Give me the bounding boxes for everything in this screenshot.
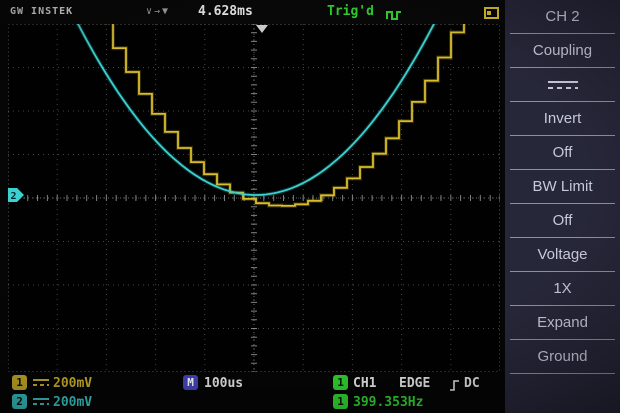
trigger-coupling: DC	[464, 376, 480, 391]
frequency-readout: 399.353Hz	[353, 395, 424, 410]
menu-item-invert[interactable]: Invert	[510, 102, 615, 136]
trigger-position-marker	[256, 25, 268, 33]
ch1-scale: 200mV	[53, 376, 93, 391]
top-status-bar: GW INSTEK ∨→▼ 4.628ms Trig'd	[0, 0, 505, 24]
ch1-coupling-icon	[33, 379, 49, 386]
frequency-source-badge: 1	[333, 394, 348, 409]
ch1-badge: 1	[12, 375, 27, 390]
menu-value-expand[interactable]: Ground	[510, 340, 615, 374]
trigger-status: Trig'd	[327, 4, 374, 19]
menu-item-coupling[interactable]: Coupling	[510, 34, 615, 68]
waveform-display: 2	[7, 0, 501, 373]
trigger-signal-icon	[386, 6, 402, 25]
menu-value-coupling[interactable]	[510, 68, 615, 102]
ch1-trace-glow	[100, 5, 466, 208]
top-right-indicator-icon	[484, 7, 499, 19]
menu-value-invert[interactable]: Off	[510, 136, 615, 170]
menu-value-voltage[interactable]: 1X	[510, 272, 615, 306]
svg-text:2: 2	[11, 191, 17, 202]
oscilloscope-screen: GW INSTEK ∨→▼ 4.628ms Trig'd 2 CH 2 Coup…	[0, 0, 620, 413]
status-row-1: 1 200mV M 100us 1 CH1 EDGE DC	[0, 375, 505, 393]
ch2-badge: 2	[12, 394, 27, 409]
trigger-delay-icons: ∨→▼	[146, 6, 171, 17]
menu-item-expand[interactable]: Expand	[510, 306, 615, 340]
trigger-source: CH1	[353, 376, 377, 391]
bottom-status-bar: 1 200mV M 100us 1 CH1 EDGE DC 2 200mV 1 …	[0, 372, 505, 413]
trigger-mode: EDGE	[399, 376, 431, 391]
menu-item-voltage[interactable]: Voltage	[510, 238, 615, 272]
ch2-trace-glow	[72, 0, 449, 197]
menu-title: CH 2	[510, 0, 615, 34]
timebase-value: 100us	[204, 376, 244, 391]
dc-coupling-icon	[547, 80, 578, 89]
menu-value-bw-limit[interactable]: Off	[510, 204, 615, 238]
status-row-2: 2 200mV 1 399.353Hz	[0, 394, 505, 412]
menu-item-bw-limit[interactable]: BW Limit	[510, 170, 615, 204]
trigger-delay-value: 4.628ms	[198, 4, 253, 19]
softkey-menu: CH 2 Coupling Invert Off BW Limit Off Vo…	[505, 0, 620, 413]
ch2-scale: 200mV	[53, 395, 93, 410]
ch2-coupling-icon	[33, 398, 49, 405]
timebase-badge: M	[183, 375, 198, 390]
brand-logo: GW INSTEK	[10, 6, 74, 17]
scope-graticule: 2	[7, 0, 501, 373]
trigger-source-badge: 1	[333, 375, 348, 390]
